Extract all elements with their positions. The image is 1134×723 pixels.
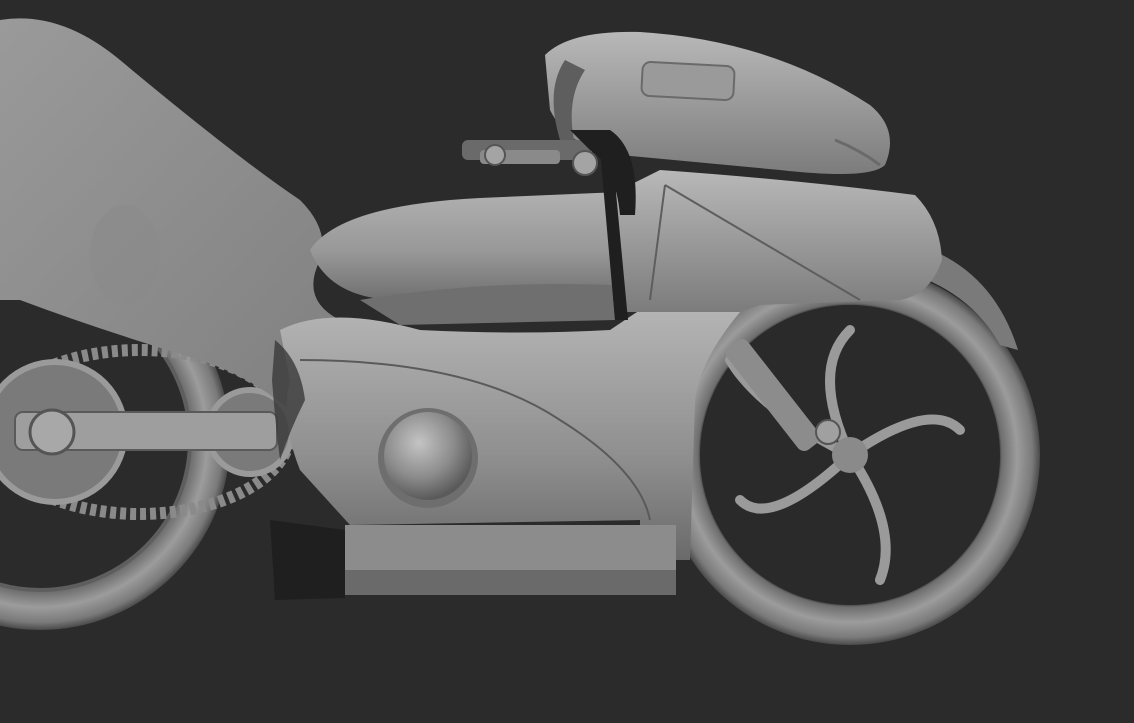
fuel-tank xyxy=(310,192,640,300)
motorcycle-render xyxy=(0,18,1040,645)
engine-cover xyxy=(280,310,740,560)
engine-dome xyxy=(378,408,478,508)
render-viewport xyxy=(0,0,1134,723)
